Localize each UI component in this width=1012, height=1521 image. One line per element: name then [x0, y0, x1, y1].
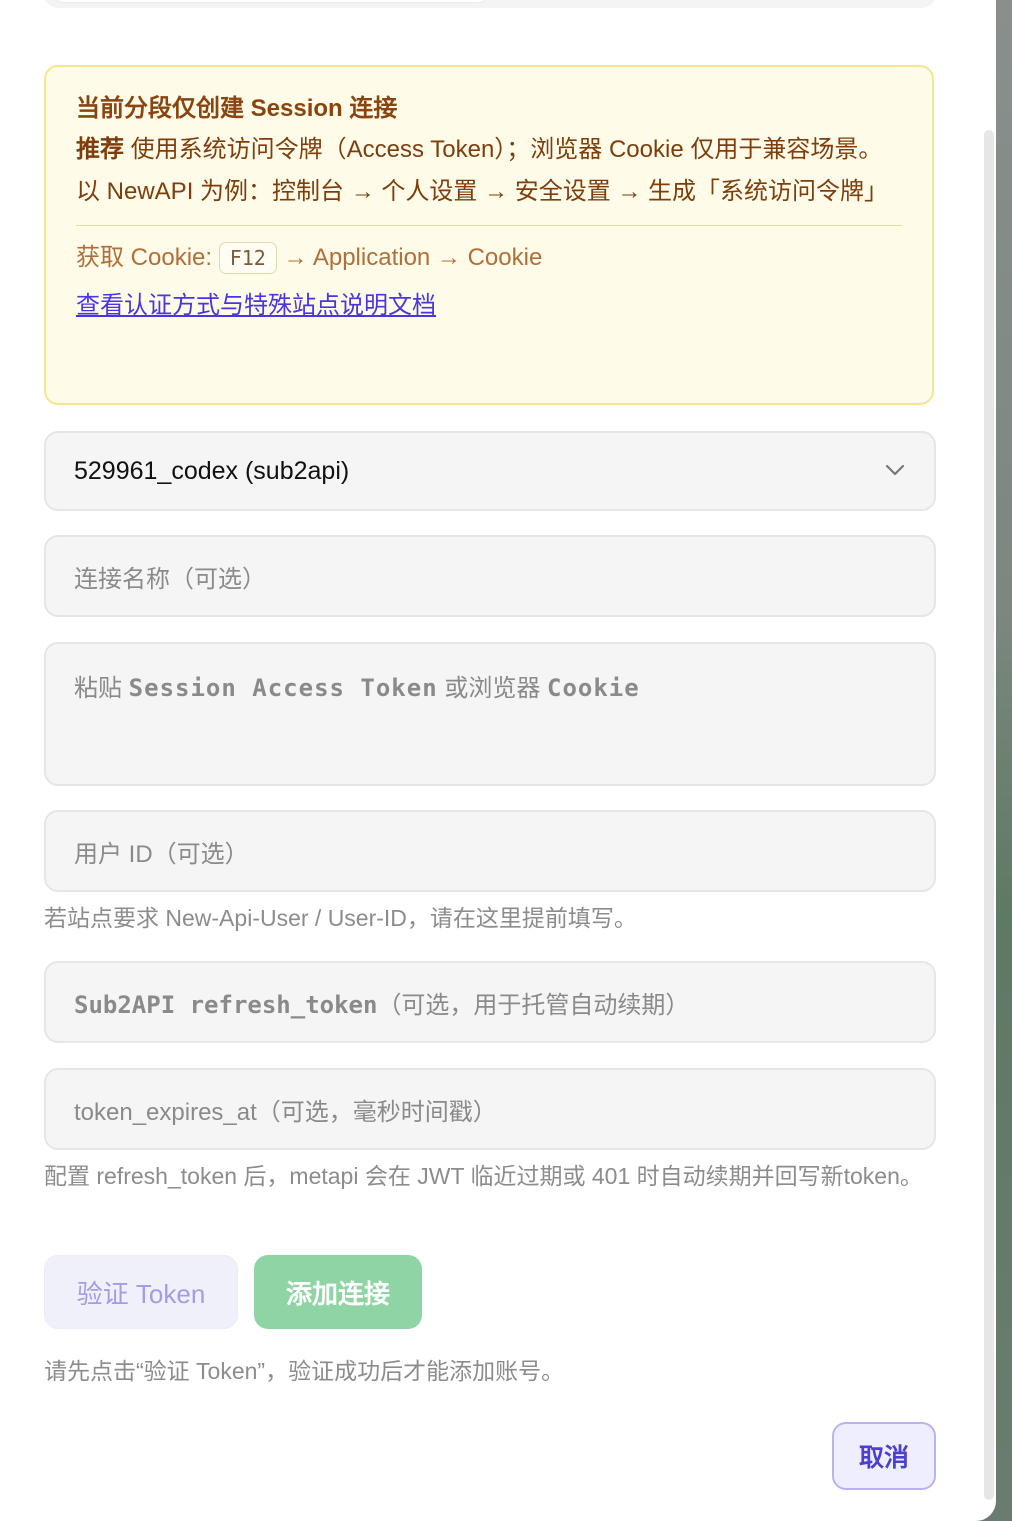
chevron-down-icon [885, 464, 905, 476]
site-select[interactable]: 529961_codex (sub2api) [44, 431, 936, 511]
cookie-suffix: → Application → Cookie [276, 244, 543, 271]
connection-name-input[interactable]: 连接名称（可选） [44, 535, 936, 617]
expires-placeholder: token_expires_at（可选，毫秒时间戳） [74, 1098, 497, 1126]
token-placeholder: 粘贴 Session Access Token 或浏览器 Cookie [74, 668, 640, 703]
notice-recommend-bold: 推荐 [76, 136, 124, 163]
add-connection-button[interactable]: 添加连接 [254, 1255, 422, 1329]
token-placeholder-mono2: Cookie [547, 674, 640, 702]
notice-divider [76, 225, 902, 226]
user-id-placeholder: 用户 ID（可选） [74, 840, 249, 868]
previous-field-inner [52, 0, 490, 3]
refresh-placeholder-mono: Sub2API refresh_token [74, 990, 378, 1019]
f12-key: F12 [218, 242, 277, 274]
site-select-value: 529961_codex (sub2api) [74, 456, 350, 485]
notice-example: 以 NewAPI 为例：控制台 → 个人设置 → 安全设置 → 生成「系统访问令… [76, 178, 889, 205]
notice-recommend: 推荐 使用系统访问令牌（Access Token）；浏览器 Cookie 仅用于… [76, 129, 902, 171]
cookie-prefix: 获取 Cookie: [76, 244, 219, 271]
user-id-input[interactable]: 用户 ID（可选） [44, 810, 936, 892]
refresh-hint: 配置 refresh_token 后，metapi 会在 JWT 临近过期或 4… [44, 1163, 923, 1189]
verify-token-button[interactable]: 验证 Token [44, 1255, 238, 1329]
session-notice: 当前分段仅创建 Session 连接 推荐 使用系统访问令牌（Access To… [44, 65, 934, 405]
notice-recommend-text: 使用系统访问令牌（Access Token）；浏览器 Cookie 仅用于兼容场… [124, 136, 883, 163]
notice-cookie-instructions: 获取 Cookie: F12 → Application → Cookie [76, 238, 902, 278]
token-placeholder-b: 或浏览器 [437, 675, 547, 702]
connection-name-placeholder: 连接名称（可选） [74, 565, 266, 593]
token-expires-input[interactable]: token_expires_at（可选，毫秒时间戳） [44, 1068, 936, 1150]
refresh-placeholder: Sub2API refresh_token（可选，用于托管自动续期） [74, 985, 689, 1020]
refresh-placeholder-text: （可选，用于托管自动续期） [377, 991, 690, 1019]
session-token-textarea[interactable]: 粘贴 Session Access Token 或浏览器 Cookie [44, 642, 936, 786]
cancel-button[interactable]: 取消 [832, 1422, 936, 1490]
refresh-token-input[interactable]: Sub2API refresh_token（可选，用于托管自动续期） [44, 961, 936, 1043]
verify-hint: 请先点击“验证 Token”，验证成功后才能添加账号。 [44, 1358, 565, 1384]
add-connection-modal: 当前分段仅创建 Session 连接 推荐 使用系统访问令牌（Access To… [0, 0, 996, 1521]
scrollbar[interactable] [984, 130, 994, 1500]
notice-title: 当前分段仅创建 Session 连接 [76, 95, 398, 122]
token-placeholder-a: 粘贴 [74, 675, 129, 702]
auth-doc-link[interactable]: 查看认证方式与特殊站点说明文档 [76, 288, 902, 324]
previous-field [44, 0, 936, 8]
token-placeholder-mono1: Session Access Token [128, 674, 438, 702]
user-id-hint: 若站点要求 New-Api-User / User-ID，请在这里提前填写。 [44, 905, 637, 931]
